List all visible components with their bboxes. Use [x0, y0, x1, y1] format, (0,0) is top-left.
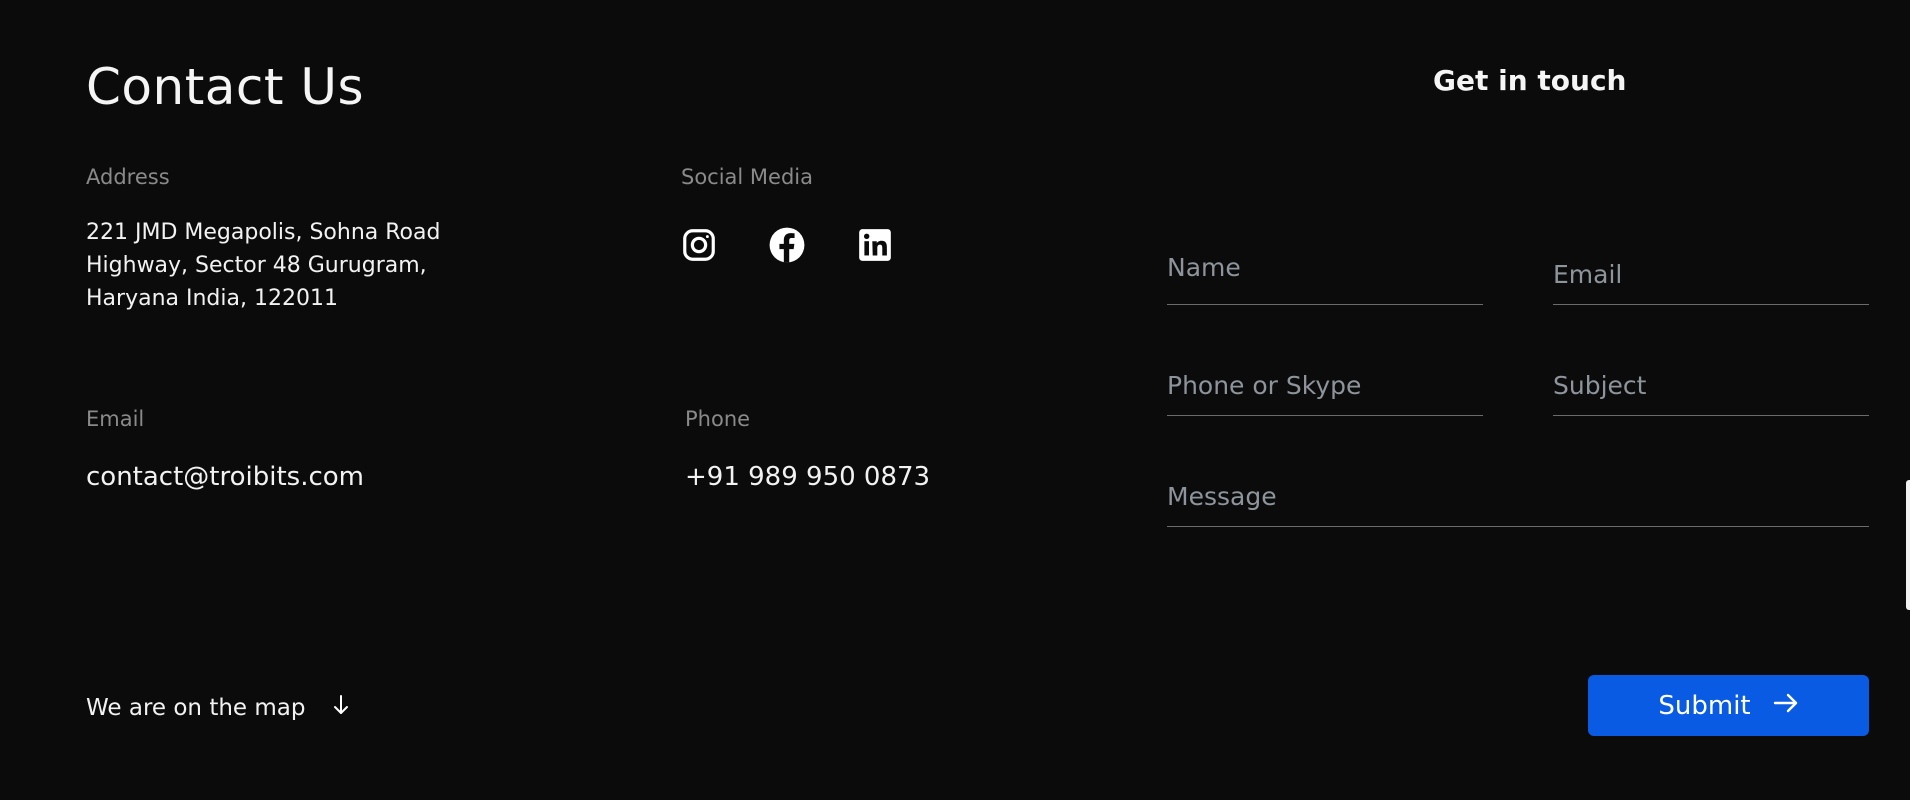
submit-label: Submit [1658, 690, 1751, 721]
arrow-down-icon [331, 694, 351, 722]
subject-input[interactable] [1553, 355, 1869, 415]
phone-field [1167, 355, 1483, 416]
email-label: Email [86, 407, 145, 431]
social-media-label: Social Media [681, 165, 814, 189]
social-links [680, 226, 894, 264]
edge-tab[interactable] [1906, 480, 1910, 610]
instagram-icon[interactable] [680, 226, 718, 264]
phone-link[interactable]: +91 989 950 0873 [685, 462, 930, 492]
email-link[interactable]: contact@troibits.com [86, 462, 364, 492]
phone-input[interactable] [1167, 355, 1483, 415]
message-input[interactable] [1167, 466, 1869, 526]
address-line: 221 JMD Megapolis, Sohna Road [86, 220, 441, 245]
address-line: Haryana India, 122011 [86, 286, 338, 311]
phone-label: Phone [685, 407, 751, 431]
form-title: Get in touch [1433, 64, 1627, 97]
address-line: Highway, Sector 48 Gurugram, [86, 253, 427, 278]
name-field [1167, 230, 1483, 305]
map-link-label: We are on the map [86, 695, 306, 721]
contact-section: Contact Us Address 221 JMD Megapolis, So… [0, 0, 1910, 800]
arrow-right-icon [1773, 691, 1799, 721]
email-input[interactable] [1553, 245, 1869, 304]
subject-field [1553, 355, 1869, 416]
facebook-icon[interactable] [768, 226, 806, 264]
linkedin-icon[interactable] [856, 226, 894, 264]
submit-button[interactable]: Submit [1588, 675, 1869, 736]
message-field [1167, 466, 1869, 527]
email-field [1553, 245, 1869, 305]
page-title: Contact Us [86, 58, 365, 116]
address-block: 221 JMD Megapolis, Sohna Road Highway, S… [86, 216, 440, 315]
map-link[interactable]: We are on the map [86, 694, 351, 722]
address-label: Address [86, 165, 170, 189]
name-input[interactable] [1167, 230, 1483, 304]
